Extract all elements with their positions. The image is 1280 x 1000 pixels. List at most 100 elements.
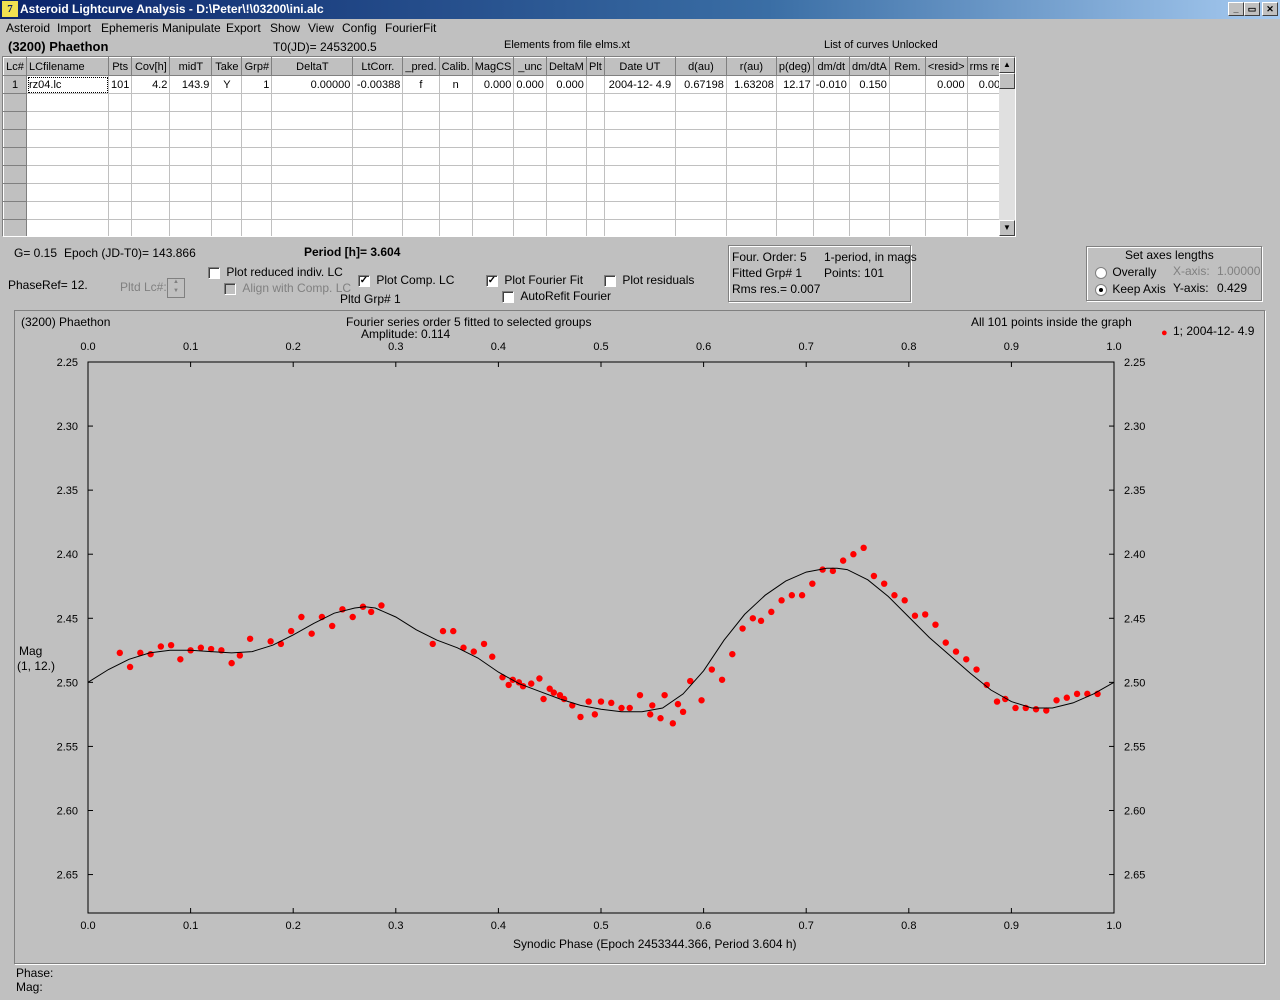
table-cell[interactable] [813,201,850,220]
row-header[interactable] [3,183,27,202]
table-cell[interactable] [352,201,404,220]
table-cell[interactable] [131,219,171,236]
grid-column-header[interactable]: r(au) [725,57,777,76]
table-cell[interactable] [813,129,850,148]
pltd-lc-spinner[interactable]: ▲ ▼ [167,278,185,298]
table-cell[interactable] [26,201,109,220]
table-cell[interactable] [675,147,727,166]
row-header[interactable] [3,147,27,166]
plot-reduced-checkbox[interactable]: Plot reduced indiv. LC [208,265,343,279]
table-cell[interactable] [813,165,850,184]
grid-column-header[interactable]: _unc [513,57,547,76]
table-cell[interactable] [169,93,213,112]
align-comp-checkbox[interactable]: Align with Comp. LC [224,281,351,295]
table-cell[interactable] [26,165,109,184]
table-cell[interactable] [726,129,777,148]
table-cell[interactable] [439,111,473,130]
grid-column-header[interactable]: <resid> [924,57,968,76]
table-cell[interactable] [925,111,968,130]
table-cell[interactable] [546,93,587,112]
table-cell[interactable] [402,93,440,112]
table-cell[interactable] [546,111,587,130]
table-cell[interactable] [776,219,814,236]
table-cell[interactable] [586,219,605,236]
grid-column-header[interactable]: LCfilename [26,57,109,76]
table-cell[interactable] [813,147,850,166]
table-cell[interactable]: 12.17 [776,75,814,94]
table-cell[interactable] [271,201,354,220]
table-cell[interactable] [169,129,213,148]
grid-column-header[interactable]: d(au) [674,57,727,76]
table-cell[interactable] [604,147,676,166]
checkmark-icon[interactable]: ✓ [358,274,370,287]
table-cell[interactable] [675,183,727,202]
table-cell[interactable] [472,147,515,166]
table-cell[interactable] [271,93,354,112]
minimize-button[interactable]: _ [1228,2,1244,16]
checkmark-icon[interactable]: ✓ [486,274,498,287]
table-cell[interactable] [402,201,440,220]
table-cell[interactable]: 4.2 [131,75,171,94]
grid-column-header[interactable]: DeltaT [271,57,354,76]
grid-column-header[interactable]: Pts [107,57,133,76]
table-cell[interactable] [131,129,171,148]
table-cell[interactable] [352,111,404,130]
table-cell[interactable] [925,201,968,220]
table-cell[interactable] [849,93,890,112]
table-cell[interactable] [925,93,968,112]
table-cell[interactable] [776,201,814,220]
table-cell[interactable] [131,147,171,166]
table-cell[interactable] [849,165,890,184]
spin-up-icon[interactable]: ▲ [168,279,184,288]
table-cell[interactable] [439,201,473,220]
scroll-up-icon[interactable]: ▲ [999,57,1015,73]
table-cell[interactable] [211,165,243,184]
table-cell[interactable] [776,183,814,202]
table-cell[interactable] [776,93,814,112]
table-row-empty[interactable] [3,183,1010,202]
table-cell[interactable] [271,129,354,148]
checkbox-icon[interactable] [502,290,514,303]
table-cell[interactable]: f [402,75,440,94]
table-cell[interactable] [26,183,109,202]
checkbox-icon[interactable] [208,266,220,279]
grid-scrollbar[interactable]: ▲ ▼ [999,57,1015,236]
table-cell[interactable] [439,129,473,148]
table-cell[interactable] [726,219,777,236]
table-cell[interactable]: Y [211,75,243,94]
table-cell[interactable] [108,219,133,236]
scroll-thumb[interactable] [999,73,1015,89]
table-cell[interactable] [849,201,890,220]
grid-column-header[interactable]: dm/dt [812,57,850,76]
row-header[interactable] [3,129,27,148]
table-cell[interactable] [402,111,440,130]
table-cell[interactable] [472,111,515,130]
grid-column-header[interactable]: Plt [585,57,605,76]
lightcurve-chart[interactable]: 0.0 0.0 0.1 0.1 0.2 0.2 0.3 0.3 0.4 0.4 0.5 0.5 0.6 0… [15,311,1266,931]
scroll-down-icon[interactable]: ▼ [999,220,1015,236]
table-cell[interactable]: 0.67198 [675,75,727,94]
table-cell[interactable] [889,147,926,166]
table-cell[interactable] [472,219,515,236]
table-row-empty[interactable] [3,201,1010,220]
lightcurve-plot-panel[interactable]: (3200) Phaethon Fourier series order 5 f… [14,310,1265,964]
table-cell[interactable] [169,183,213,202]
table-cell[interactable] [402,129,440,148]
table-cell[interactable] [586,165,605,184]
table-cell[interactable] [889,183,926,202]
table-cell[interactable] [776,129,814,148]
table-cell[interactable] [169,111,213,130]
table-cell[interactable] [108,183,133,202]
table-cell[interactable]: rz04.lc [26,75,109,94]
grid-column-header[interactable]: DeltaM [545,57,587,76]
table-cell[interactable] [26,219,109,236]
table-cell[interactable] [925,219,968,236]
table-cell[interactable] [586,75,605,94]
table-cell[interactable] [271,183,354,202]
table-cell[interactable] [472,201,515,220]
table-cell[interactable] [513,201,547,220]
table-cell[interactable] [546,219,587,236]
table-row-empty[interactable] [3,129,1010,148]
table-cell[interactable] [108,93,133,112]
close-button[interactable]: ✕ [1262,2,1278,16]
